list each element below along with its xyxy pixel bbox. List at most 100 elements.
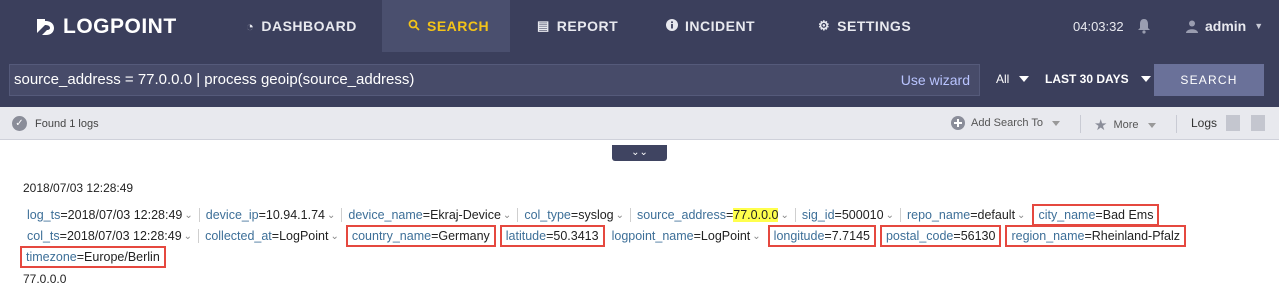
chevron-down-icon[interactable]: ⌄ — [752, 231, 760, 242]
nav-incident-label: INCIDENT — [685, 18, 756, 34]
field-divider — [899, 208, 901, 222]
logs-view-label: Logs — [1191, 116, 1218, 130]
nav-report[interactable]: ▤ REPORT — [537, 0, 618, 52]
chevron-down-icon[interactable]: ⌄ — [616, 210, 624, 221]
use-wizard-link[interactable]: Use wizard — [901, 72, 970, 88]
collapse-toggle[interactable]: ⌄⌄ — [612, 145, 667, 161]
chevron-down-icon — [1019, 76, 1030, 82]
chevron-down-icon[interactable]: ⌄ — [780, 210, 788, 221]
log-field-logpoint-name[interactable]: logpoint_name = LogPoint ⌄ — [609, 227, 764, 245]
log-field-region-name[interactable]: region_name = Rheinland-Pfalz — [1005, 225, 1186, 247]
user-menu[interactable]: admin ▼ — [1186, 18, 1263, 34]
more-label: More — [1113, 119, 1139, 131]
report-icon: ▤ — [537, 18, 550, 33]
top-navigation-bar: LOGPOINT ◔ DASHBOARD SEARCH ▤ REPORT INC… — [0, 0, 1279, 52]
field-value: 2018/07/03 12:28:49 — [66, 229, 182, 243]
field-key: repo_name — [906, 208, 971, 222]
divider — [1176, 115, 1177, 133]
log-field-col-type[interactable]: col_type = syslog ⌄ — [521, 206, 627, 224]
field-equals: = — [824, 229, 832, 243]
field-equals: = — [60, 208, 68, 222]
log-field-latitude[interactable]: latitude = 50.3413 — [499, 225, 605, 247]
log-field-device-name[interactable]: device_name = Ekraj-Device ⌄ — [345, 206, 514, 224]
chevron-down-icon[interactable]: ⌄ — [184, 231, 192, 242]
search-icon — [408, 19, 420, 34]
nav-search[interactable]: SEARCH — [382, 0, 510, 52]
log-field-sig-id[interactable]: sig_id = 500010 ⌄ — [799, 206, 897, 224]
log-field-timezone[interactable]: timezone = Europe/Berlin — [20, 246, 166, 268]
chevron-down-icon[interactable]: ⌄ — [503, 210, 511, 221]
field-value: Germany — [438, 229, 490, 243]
field-value: LogPoint — [279, 229, 329, 243]
field-divider — [630, 208, 632, 222]
log-field-source-address[interactable]: source_address = 77.0.0.0 ⌄ — [634, 206, 792, 224]
log-field-postal-code[interactable]: postal_code = 56130 — [879, 225, 1002, 247]
results-toolbar: ✓ Found 1 logs Add Search To ★ More Logs — [0, 107, 1279, 140]
add-search-to-button[interactable]: Add Search To — [951, 116, 1060, 130]
chevron-down-icon[interactable]: ⌄ — [1017, 210, 1025, 221]
field-key: device_ip — [205, 208, 259, 222]
field-value: Ekraj-Device — [430, 208, 501, 222]
field-key: sig_id — [801, 208, 835, 222]
field-value: LogPoint — [700, 229, 751, 243]
nav-incident[interactable]: INCIDENT — [666, 0, 755, 52]
log-field-col-ts[interactable]: col_ts = 2018/07/03 12:28:49 ⌄ — [24, 227, 195, 245]
field-equals: = — [970, 208, 978, 222]
add-search-to-label: Add Search To — [971, 117, 1043, 129]
logpoint-logo-icon — [37, 19, 54, 35]
chevron-down-icon[interactable]: ⌄ — [327, 210, 335, 221]
dashboard-icon: ◔ — [246, 18, 255, 34]
log-field-log-ts[interactable]: log_ts = 2018/07/03 12:28:49 ⌄ — [24, 206, 196, 224]
found-count-label: Found 1 logs — [35, 117, 99, 130]
repo-select[interactable]: All — [996, 72, 1030, 86]
log-field-repo-name[interactable]: repo_name = default ⌄ — [904, 206, 1028, 224]
chevron-down-icon[interactable]: ⌄ — [330, 231, 338, 242]
field-equals: = — [258, 208, 266, 222]
check-circle-icon: ✓ — [12, 116, 27, 131]
field-equals: = — [834, 208, 842, 222]
field-key: latitude — [505, 229, 547, 243]
time-range-select[interactable]: LAST 30 DAYS — [1045, 72, 1151, 86]
search-button[interactable]: SEARCH — [1154, 64, 1264, 96]
field-key: device_name — [348, 208, 423, 222]
raw-log-message: 77.0.0.0 — [23, 272, 67, 286]
repo-select-value: All — [996, 72, 1010, 86]
bell-icon[interactable] — [1137, 18, 1151, 34]
divider — [1080, 115, 1081, 133]
more-button[interactable]: ★ More — [1094, 116, 1156, 134]
query-text[interactable]: source_address = 77.0.0.0 | process geoi… — [14, 71, 414, 88]
chevron-down-icon[interactable]: ⌄ — [184, 210, 192, 221]
chevron-down-icon — [1051, 120, 1060, 126]
field-value: 7.7145 — [831, 229, 870, 243]
nav-settings-label: SETTINGS — [837, 18, 912, 34]
double-chevron-down-icon: ⌄⌄ — [631, 147, 648, 158]
field-key: city_name — [1038, 208, 1096, 222]
log-field-city-name[interactable]: city_name = Bad Ems — [1032, 204, 1160, 226]
field-equals: = — [422, 208, 431, 222]
field-key: col_type — [524, 208, 571, 222]
chevron-down-icon[interactable]: ⌄ — [886, 210, 894, 221]
nav-settings[interactable]: ⚙ SETTINGS — [818, 0, 911, 52]
query-input[interactable]: source_address = 77.0.0.0 | process geoi… — [9, 64, 980, 96]
field-divider — [517, 208, 519, 222]
chevron-down-icon: ▼ — [1254, 21, 1264, 31]
found-count: ✓ Found 1 logs — [12, 116, 99, 131]
clock-time: 04:03:32 — [1073, 19, 1124, 34]
log-field-device-ip[interactable]: device_ip = 10.94.1.74 ⌄ — [203, 206, 339, 224]
log-field-longitude[interactable]: longitude = 7.7145 — [767, 225, 876, 247]
single-view-icon[interactable] — [1251, 115, 1265, 131]
split-view-icon[interactable] — [1226, 115, 1240, 131]
log-field-collected-at[interactable]: collected_at = LogPoint ⌄ — [202, 227, 342, 245]
field-divider — [794, 208, 796, 222]
nav-dashboard[interactable]: ◔ DASHBOARD — [246, 0, 357, 52]
logpoint-logo[interactable]: LOGPOINT — [33, 14, 177, 40]
field-equals: = — [1095, 208, 1103, 222]
chevron-down-icon — [1147, 122, 1156, 128]
log-fields-row-2: col_ts = 2018/07/03 12:28:49 ⌄ collected_at =… — [24, 225, 1186, 247]
log-field-country-name[interactable]: country_name = Germany — [345, 225, 496, 247]
field-equals: = — [431, 229, 439, 243]
nav-search-label: SEARCH — [427, 18, 490, 34]
field-value: 2018/07/03 12:28:49 — [67, 208, 183, 222]
info-icon — [666, 18, 678, 34]
field-key: col_ts — [27, 229, 60, 243]
